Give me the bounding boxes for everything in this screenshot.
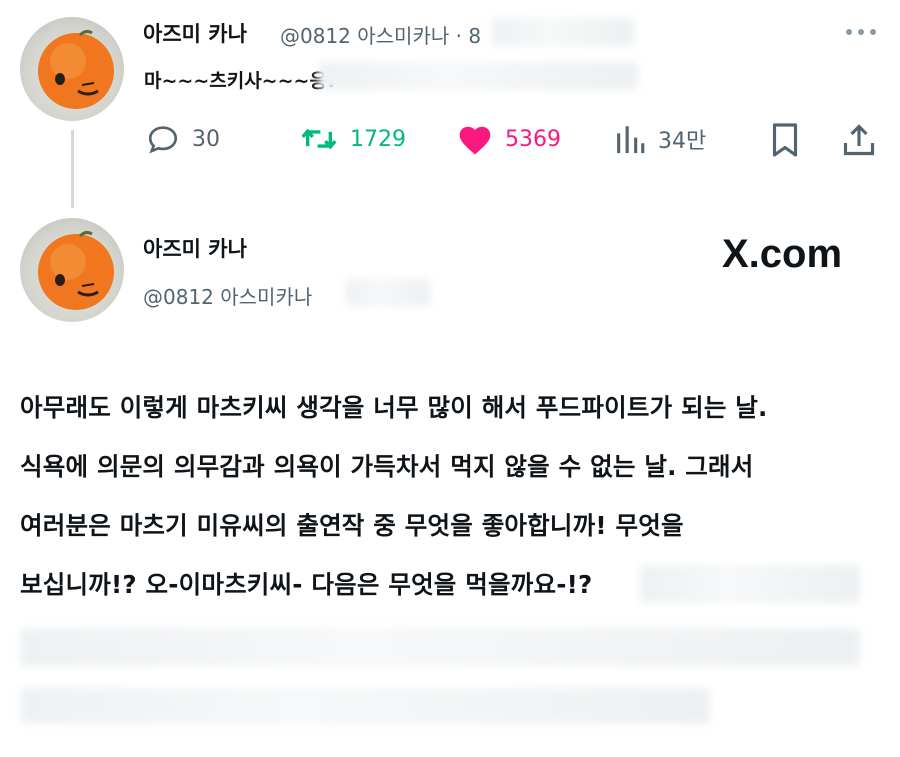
blurred-text	[20, 688, 710, 724]
heart-icon	[459, 126, 491, 155]
like-button[interactable]: 5369	[457, 122, 561, 156]
handle-meta[interactable]: @0812 아스미카나 · 8	[280, 20, 481, 49]
reply-icon	[148, 126, 178, 154]
blurred-text	[640, 565, 860, 603]
retweet-button[interactable]: 1729	[300, 122, 406, 156]
display-name[interactable]: 아즈미 카나	[143, 233, 247, 263]
orange-avatar-image	[38, 29, 114, 109]
blurred-meta	[346, 279, 430, 307]
tweet-body-line: 식욕에 의문의 의무감과 의욕이 가득차서 먹지 않을 수 없는 날. 그래서	[20, 452, 754, 481]
share-icon	[843, 124, 875, 156]
share-button[interactable]	[841, 122, 877, 162]
retweet-count: 1729	[350, 126, 406, 152]
views-icon	[617, 126, 645, 154]
handle[interactable]: @0812 아스미카나	[143, 281, 312, 310]
retweet-icon	[301, 128, 337, 150]
reply-count: 30	[192, 126, 220, 152]
blurred-text	[20, 628, 860, 666]
bookmark-button[interactable]	[769, 122, 801, 162]
reply-button[interactable]: 30	[146, 122, 220, 156]
views-count: 34만	[658, 129, 707, 154]
views-button[interactable]: 34만	[614, 122, 706, 156]
more-icon	[846, 29, 876, 35]
orange-avatar-image	[38, 230, 114, 310]
reply-tweet-text: 마~~~츠키사~~~응!	[144, 70, 336, 92]
tweet-body-line: 아무래도 이렇게 마츠키씨 생각을 너무 많이 해서 푸드파이트가 되는 날.	[20, 393, 768, 422]
blurred-text	[318, 62, 638, 90]
more-button[interactable]	[843, 22, 879, 42]
bookmark-icon	[772, 123, 798, 157]
blurred-meta	[492, 18, 634, 46]
thread-line	[71, 130, 74, 208]
tweet-body-line: 보십니까!? 오-이마츠키씨- 다음은 무엇을 먹을까요-!?	[20, 570, 593, 599]
watermark: X.com	[722, 232, 843, 276]
like-count: 5369	[505, 126, 561, 152]
tweet-body-line: 여러분은 마츠기 미유씨의 출연작 중 무엇을 좋아합니까! 무엇을	[20, 511, 684, 540]
avatar[interactable]	[20, 17, 124, 121]
avatar[interactable]	[20, 218, 124, 322]
display-name[interactable]: 아즈미 카나	[143, 18, 247, 48]
